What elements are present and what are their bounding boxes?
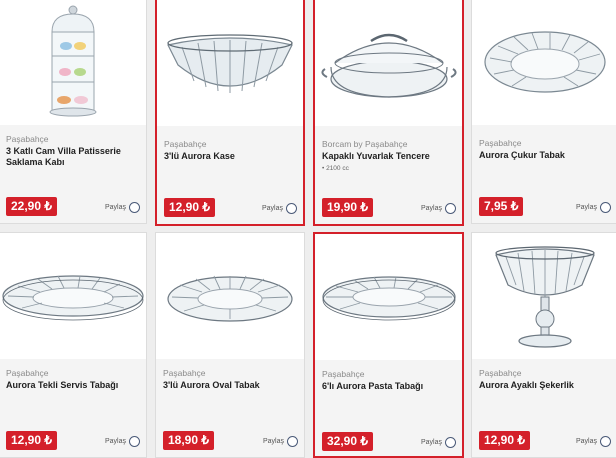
oval-plate-image — [167, 275, 293, 322]
price-badge: 19,90 ₺ — [322, 198, 373, 217]
share-button[interactable]: Paylaş — [262, 203, 297, 214]
product-brand: Borcam by Paşabahçe — [322, 139, 408, 149]
product-title[interactable]: Aurora Çukur Tabak — [479, 150, 611, 161]
share-label: Paylaş — [420, 439, 442, 446]
share-button[interactable]: Paylaş — [576, 202, 611, 213]
product-subtitle: • 2100 cc — [322, 165, 349, 172]
product-brand: Paşabahçe — [6, 368, 49, 378]
share-label: Paylaş — [575, 204, 597, 211]
product-card[interactable]: Paşabahçe 3 Katlı Cam Villa Patisserie S… — [0, 0, 147, 224]
price-badge: 7,95 ₺ — [479, 197, 524, 216]
product-image[interactable] — [315, 0, 462, 126]
product-grid: Paşabahçe 3 Katlı Cam Villa Patisserie S… — [0, 0, 616, 458]
deep-plate-image — [483, 31, 606, 93]
product-card[interactable]: Paşabahçe 6'lı Aurora Pasta Tabağı 32,90… — [313, 232, 464, 458]
share-button[interactable]: Paylaş — [421, 437, 456, 448]
share-circle-icon — [129, 202, 140, 213]
share-circle-icon — [445, 437, 456, 448]
product-brand: Paşabahçe — [479, 138, 522, 148]
glass-bowl-image — [167, 34, 293, 93]
product-image[interactable] — [472, 0, 616, 125]
product-brand: Paşabahçe — [164, 139, 207, 149]
product-card[interactable]: Paşabahçe Aurora Çukur Tabak 7,95 ₺ Payl… — [471, 0, 616, 224]
product-card[interactable]: Paşabahçe 3'lü Aurora Oval Tabak 18,90 ₺… — [155, 232, 305, 458]
price-badge: 12,90 ₺ — [6, 431, 57, 450]
share-button[interactable]: Paylaş — [576, 436, 611, 447]
product-image[interactable] — [156, 233, 304, 359]
product-brand: Paşabahçe — [6, 134, 49, 144]
price-badge: 12,90 ₺ — [479, 431, 530, 450]
product-image[interactable] — [0, 233, 146, 359]
product-title[interactable]: 6'lı Aurora Pasta Tabağı — [322, 381, 456, 392]
price-badge: 32,90 ₺ — [322, 432, 373, 451]
price-badge: 12,90 ₺ — [164, 198, 215, 217]
share-circle-icon — [287, 436, 298, 447]
product-card[interactable]: Borcam by Paşabahçe Kapaklı Yuvarlak Ten… — [313, 0, 464, 226]
share-label: Paylaş — [104, 204, 126, 211]
patisserie-jar-image — [49, 5, 96, 117]
product-card[interactable]: Paşabahçe Aurora Tekli Servis Tabağı 12,… — [0, 232, 147, 458]
footed-candy-bowl-image — [494, 246, 595, 348]
glass-casserole-image — [320, 33, 457, 98]
share-circle-icon — [286, 203, 297, 214]
share-label: Paylaş — [104, 438, 126, 445]
share-circle-icon — [445, 203, 456, 214]
share-button[interactable]: Paylaş — [421, 203, 456, 214]
share-button[interactable]: Paylaş — [105, 202, 140, 213]
share-label: Paylaş — [261, 205, 283, 212]
product-brand: Paşabahçe — [479, 368, 522, 378]
product-card[interactable]: Paşabahçe Aurora Ayaklı Şekerlik 12,90 ₺… — [471, 232, 616, 458]
cake-plate-image — [321, 276, 456, 321]
product-title[interactable]: Aurora Ayaklı Şekerlik — [479, 380, 611, 391]
share-label: Paylaş — [420, 205, 442, 212]
share-button[interactable]: Paylaş — [263, 436, 298, 447]
product-card[interactable]: 3'lü Aurora Kase Paşabahçe 12,90 ₺ Payla… — [155, 0, 305, 226]
share-label: Paylaş — [575, 438, 597, 445]
share-label: Paylaş — [262, 438, 284, 445]
product-image[interactable] — [157, 0, 303, 126]
product-brand: Paşabahçe — [322, 369, 365, 379]
product-image[interactable] — [315, 234, 462, 360]
product-title[interactable]: Aurora Tekli Servis Tabağı — [6, 380, 140, 391]
share-circle-icon — [129, 436, 140, 447]
product-image[interactable] — [472, 233, 616, 359]
product-title[interactable]: 3'lü Aurora Oval Tabak — [163, 380, 298, 391]
price-badge: 22,90 ₺ — [6, 197, 57, 216]
share-button[interactable]: Paylaş — [105, 436, 140, 447]
product-title[interactable]: 3'lü Aurora Kase — [164, 151, 297, 162]
product-title[interactable]: Kapaklı Yuvarlak Tencere — [322, 151, 456, 162]
product-brand: Paşabahçe — [163, 368, 206, 378]
serving-plate-image — [1, 275, 144, 321]
share-circle-icon — [600, 436, 611, 447]
product-title[interactable]: 3 Katlı Cam Villa Patisserie Saklama Kab… — [6, 146, 140, 168]
share-circle-icon — [600, 202, 611, 213]
product-image[interactable] — [0, 0, 146, 125]
price-badge: 18,90 ₺ — [163, 431, 214, 450]
